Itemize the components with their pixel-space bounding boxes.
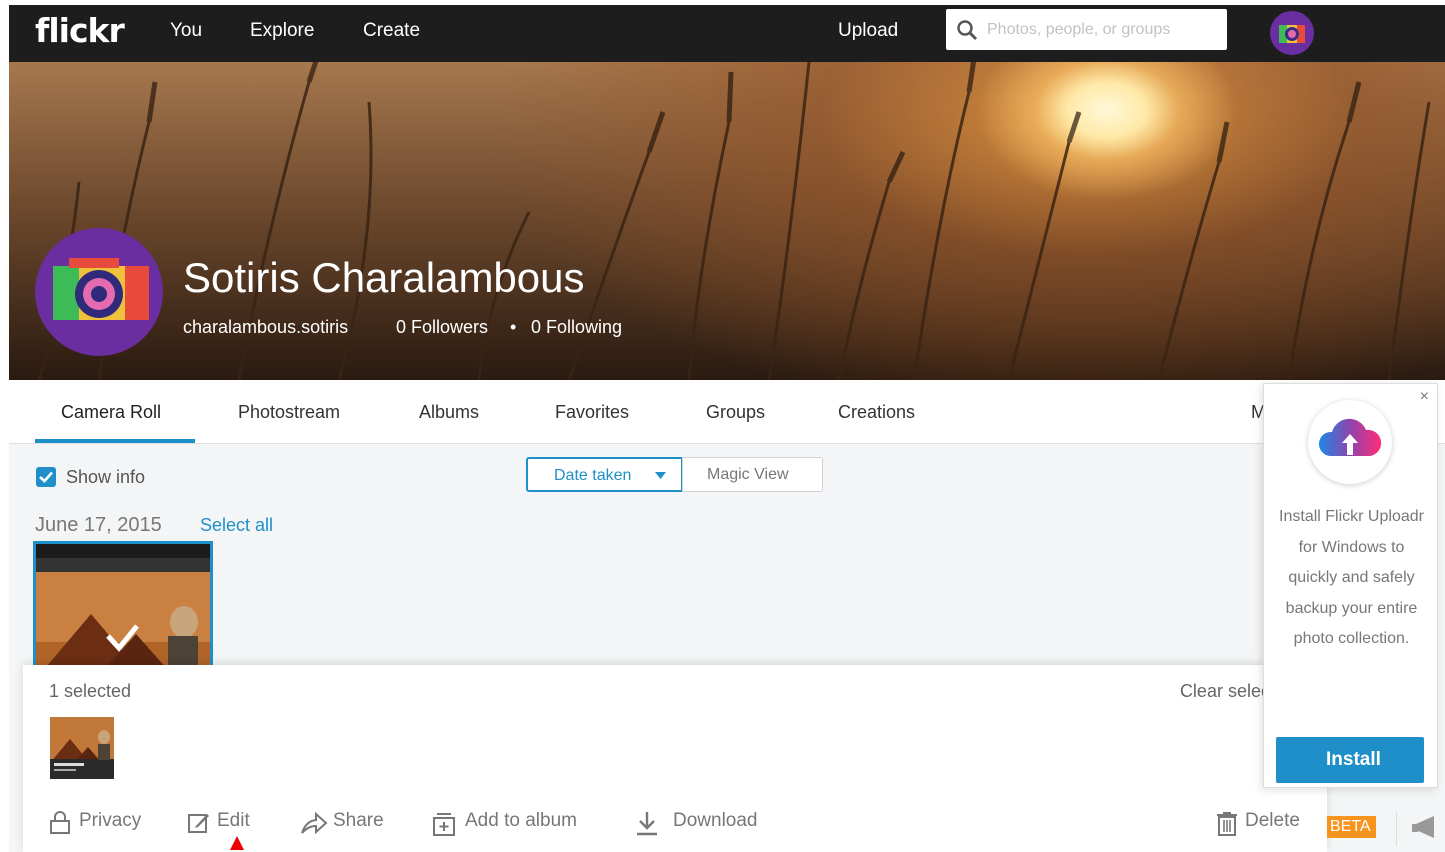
profile-name: Sotiris Charalambous — [183, 254, 585, 301]
beta-label: BETA — [1330, 818, 1371, 835]
tab-favorites[interactable]: Favorites — [555, 402, 629, 423]
nav-upload[interactable]: Upload — [838, 20, 898, 42]
checkmark-icon — [39, 471, 53, 483]
show-info-label[interactable]: Show info — [66, 467, 145, 488]
nav-you[interactable]: You — [170, 20, 202, 42]
delete-label: Delete — [1245, 810, 1300, 831]
top-nav: flickr You Explore Create Upload Photos,… — [9, 5, 1445, 62]
trash-icon — [1217, 812, 1237, 836]
profile-avatar[interactable] — [35, 228, 163, 356]
uploadr-message: Install Flickr Uploadr for Windows to qu… — [1279, 508, 1424, 647]
selection-bar: 1 selected Clear selection Privacy Edit — [23, 665, 1327, 852]
add-to-album-icon — [433, 813, 455, 836]
install-label: Install — [1326, 749, 1381, 770]
active-tab-indicator — [35, 439, 195, 443]
edit-icon — [188, 814, 209, 833]
magic-view-label: Magic View — [707, 466, 789, 483]
tab-photostream[interactable]: Photostream — [238, 402, 340, 423]
nav-explore[interactable]: Explore — [250, 20, 314, 42]
profile-tabs: Camera Roll Photostream Albums Favorites… — [9, 380, 1445, 444]
tab-groups[interactable]: Groups — [706, 402, 765, 423]
selected-mini-thumbnail — [50, 717, 114, 779]
profile-username: charalambous.sotiris — [183, 317, 349, 337]
cover-photo: Sotiris Charalambous charalambous.sotiri… — [9, 62, 1445, 380]
magic-view-button[interactable]: Magic View — [682, 457, 823, 492]
caret-down-icon — [655, 472, 666, 479]
uploadr-promo-popup: × Install Flickr Uploadr for Windows to … — [1263, 383, 1438, 788]
nav-create[interactable]: Create — [363, 20, 420, 42]
close-icon[interactable]: × — [1420, 388, 1429, 406]
select-all-link[interactable]: Select all — [200, 515, 273, 536]
date-taken-button[interactable]: Date taken — [526, 457, 683, 492]
tab-albums[interactable]: Albums — [419, 402, 479, 423]
flickr-logo[interactable]: flickr — [35, 11, 125, 50]
megaphone-icon[interactable] — [1412, 810, 1445, 844]
date-taken-label: Date taken — [554, 467, 632, 484]
download-icon — [637, 812, 657, 836]
separator-dot: • — [510, 317, 517, 337]
add-to-album-label: Add to album — [465, 810, 577, 831]
share-icon — [301, 811, 328, 835]
search-icon — [957, 20, 978, 41]
tab-camera-roll[interactable]: Camera Roll — [61, 402, 161, 423]
cloud-upload-icon — [1308, 400, 1392, 484]
user-avatar[interactable] — [1270, 11, 1314, 55]
edit-label: Edit — [217, 810, 250, 831]
date-heading: June 17, 2015 — [35, 514, 162, 536]
privacy-label: Privacy — [79, 810, 142, 831]
red-arrow-marker — [230, 836, 244, 850]
following-count[interactable]: 0 Following — [531, 317, 622, 338]
lock-icon — [50, 811, 70, 834]
search-input[interactable]: Photos, people, or groups — [946, 9, 1227, 50]
followers-count[interactable]: 0 Followers — [396, 317, 488, 338]
share-label: Share — [333, 810, 384, 831]
beta-badge: BETA — [1327, 816, 1376, 838]
install-button[interactable]: Install — [1276, 737, 1424, 783]
selected-count: 1 selected — [49, 681, 132, 701]
divider — [1396, 812, 1397, 846]
download-label: Download — [673, 810, 758, 831]
search-placeholder: Photos, people, or groups — [987, 21, 1171, 38]
show-info-checkbox[interactable] — [36, 467, 56, 487]
tab-creations[interactable]: Creations — [838, 402, 915, 423]
